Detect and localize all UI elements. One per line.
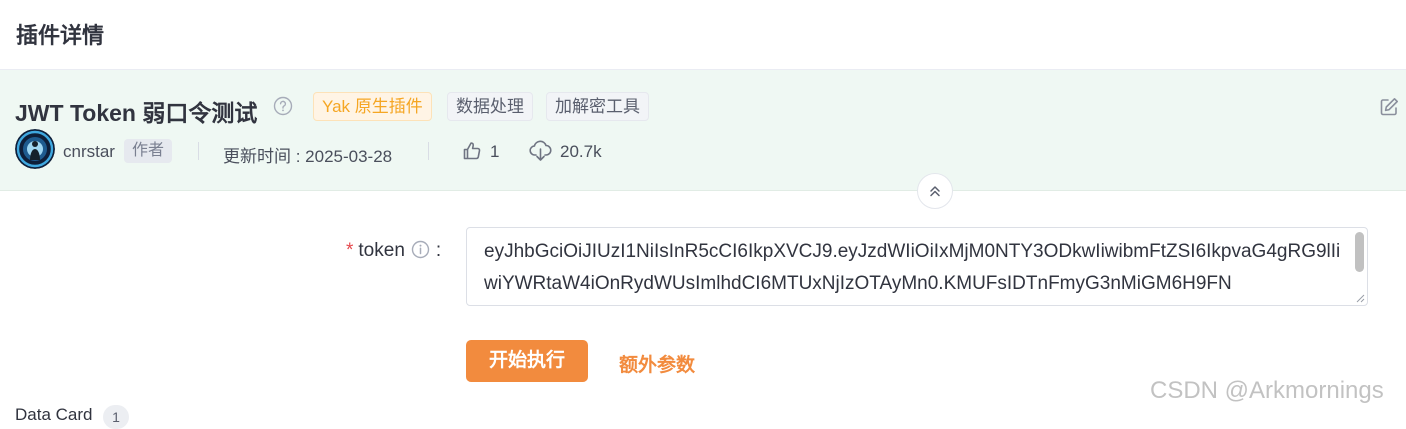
- plugin-info-panel: JWT Token 弱口令测试 Yak 原生插件 数据处理 加解密工具 cnrs…: [0, 70, 1406, 191]
- page-title: 插件详情: [16, 23, 105, 48]
- like-icon[interactable]: [461, 140, 483, 162]
- resize-handle-icon[interactable]: [1355, 293, 1365, 303]
- like-count: 1: [490, 142, 500, 161]
- label-colon: :: [435, 240, 442, 261]
- info-icon[interactable]: [411, 240, 430, 259]
- download-icon[interactable]: [529, 139, 552, 162]
- divider: [198, 142, 199, 160]
- start-button[interactable]: 开始执行: [466, 340, 588, 382]
- extra-params-button[interactable]: 额外参数: [619, 350, 695, 377]
- divider: [428, 142, 429, 160]
- watermark: CSDN @Arkmornings: [1150, 377, 1384, 404]
- data-card-count: 1: [103, 405, 129, 429]
- data-card-label[interactable]: Data Card: [15, 405, 92, 425]
- collapse-up-icon: [930, 186, 940, 197]
- avatar[interactable]: [15, 129, 55, 169]
- token-label: * token :: [346, 240, 441, 262]
- scrollbar[interactable]: [1355, 232, 1364, 272]
- download-count: 20.7k: [560, 142, 602, 161]
- update-time: 更新时间 : 2025-03-28: [223, 147, 393, 166]
- author-name[interactable]: cnrstar: [63, 142, 115, 162]
- page-header: 插件详情: [0, 0, 1406, 70]
- author-badge: 作者: [124, 139, 173, 163]
- tag-crypto-tool: 加解密工具: [546, 92, 649, 121]
- required-mark: *: [346, 240, 354, 261]
- plugin-name: JWT Token 弱口令测试: [15, 100, 258, 126]
- token-label-text: token: [358, 240, 405, 261]
- collapse-button[interactable]: [917, 173, 953, 209]
- edit-icon[interactable]: [1378, 96, 1400, 118]
- tag-yak-native: Yak 原生插件: [313, 92, 432, 121]
- help-icon[interactable]: [273, 96, 293, 116]
- token-textarea[interactable]: eyJhbGciOiJIUzI1NiIsInR5cCI6IkpXVCJ9.eyJ…: [466, 227, 1368, 306]
- tag-data-processing: 数据处理: [447, 92, 533, 121]
- token-value[interactable]: eyJhbGciOiJIUzI1NiIsInR5cCI6IkpXVCJ9.eyJ…: [484, 236, 1344, 300]
